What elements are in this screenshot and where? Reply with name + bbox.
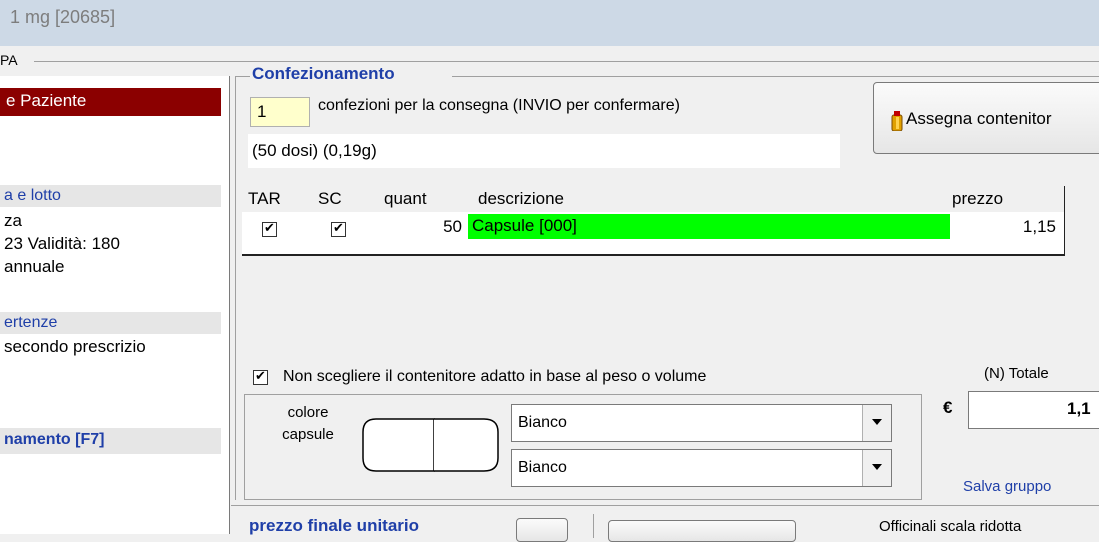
group-divider (34, 61, 1099, 62)
header-prezzo[interactable]: prezzo (952, 189, 1003, 209)
row-descrizione: Capsule [000] (472, 216, 577, 235)
colore-label-line1: colore (287, 404, 329, 421)
dose-info-box: (50 dosi) (0,19g) (248, 134, 840, 168)
colore-label: colore capsule (275, 402, 341, 446)
bottle-icon (891, 111, 903, 131)
lotto-section-header[interactable]: a e lotto (0, 185, 221, 207)
totale-field[interactable]: 1,1 (968, 391, 1099, 429)
bottom-divider (593, 514, 594, 538)
currency-symbol: € (943, 398, 953, 417)
assign-container-button[interactable]: Assegna contenitor (873, 82, 1099, 154)
group-border-top-right (452, 76, 1099, 77)
header-tar[interactable]: TAR (248, 189, 281, 209)
row-quant: 50 (443, 217, 462, 236)
table-header: TAR SC quant descrizione prezzo (242, 186, 1064, 212)
colore-label-line2: capsule (282, 426, 334, 443)
za-text: za (4, 211, 22, 230)
avvertenze-section-label: ertenze (4, 314, 58, 331)
table-row[interactable]: 50 Capsule [000] 1,15 (242, 212, 1064, 252)
secondo-text: secondo prescrizio (4, 337, 146, 356)
composition-table: TAR SC quant descrizione prezzo 50 Capsu… (242, 186, 1065, 256)
row-prezzo: 1,15 (1022, 217, 1056, 236)
colore-select-1-value: Bianco (518, 414, 567, 431)
group-border-left (235, 76, 236, 500)
validita-text: 23 Validità: 180 (4, 234, 120, 253)
tar-checkbox[interactable] (262, 220, 277, 237)
non-scegliere-label: Non scegliere il contenitore adatto in b… (283, 368, 707, 385)
quantity-input[interactable]: 1 (250, 97, 310, 127)
colore-select-2-value: Bianco (518, 459, 567, 476)
header-descrizione[interactable]: descrizione (478, 189, 564, 209)
lotto-section-label: a e lotto (4, 187, 61, 204)
title-bar: 1 mg [20685] (0, 0, 1099, 46)
header-quant[interactable]: quant (384, 189, 427, 209)
quantity-value: 1 (257, 102, 267, 121)
confezionamento-section-header[interactable]: namento [F7] (0, 428, 221, 454)
bottom-action-button[interactable] (608, 520, 796, 542)
chevron-down-icon[interactable] (862, 405, 891, 441)
confezionamento-section-label: namento [F7] (4, 431, 105, 448)
colore-select-1[interactable]: Bianco (511, 404, 892, 442)
group-border-top-left (235, 76, 250, 77)
officinali-label: Officinali scala ridotta (879, 518, 1022, 535)
header-sc[interactable]: SC (318, 189, 342, 209)
assign-container-label: Assegna contenitor (906, 109, 1052, 128)
chevron-down-icon[interactable] (862, 450, 891, 486)
totale-label: (N) Totale (984, 365, 1049, 382)
quantity-label: confezioni per la consegna (INVIO per co… (318, 97, 680, 114)
salva-gruppo-link[interactable]: Salva gruppo (963, 478, 1051, 495)
left-panel: e Paziente a e lotto za 23 Validità: 180… (0, 76, 230, 534)
bottom-strip: prezzo finale unitario Officinali scala … (231, 505, 1099, 542)
dose-info-text: (50 dosi) (0,19g) (252, 141, 377, 160)
colore-select-2[interactable]: Bianco (511, 449, 892, 487)
confezionamento-legend: Confezionamento (250, 64, 397, 84)
non-scegliere-checkbox[interactable] (253, 368, 268, 385)
annuale-text: annuale (4, 257, 65, 276)
capsule-icon (362, 418, 499, 472)
patient-section-header[interactable]: e Paziente (0, 88, 221, 116)
prezzo-finale-label: prezzo finale unitario (249, 516, 420, 535)
patient-section-label: e Paziente (6, 91, 87, 110)
avvertenze-section-header[interactable]: ertenze (0, 312, 221, 334)
window-title: 1 mg [20685] (10, 7, 116, 27)
totale-value: 1,1 (1067, 399, 1091, 418)
sc-checkbox[interactable] (331, 220, 346, 237)
group-label: PA (0, 52, 18, 68)
row-description-cell[interactable]: Capsule [000] (468, 214, 950, 239)
prezzo-finale-button[interactable] (516, 518, 568, 542)
